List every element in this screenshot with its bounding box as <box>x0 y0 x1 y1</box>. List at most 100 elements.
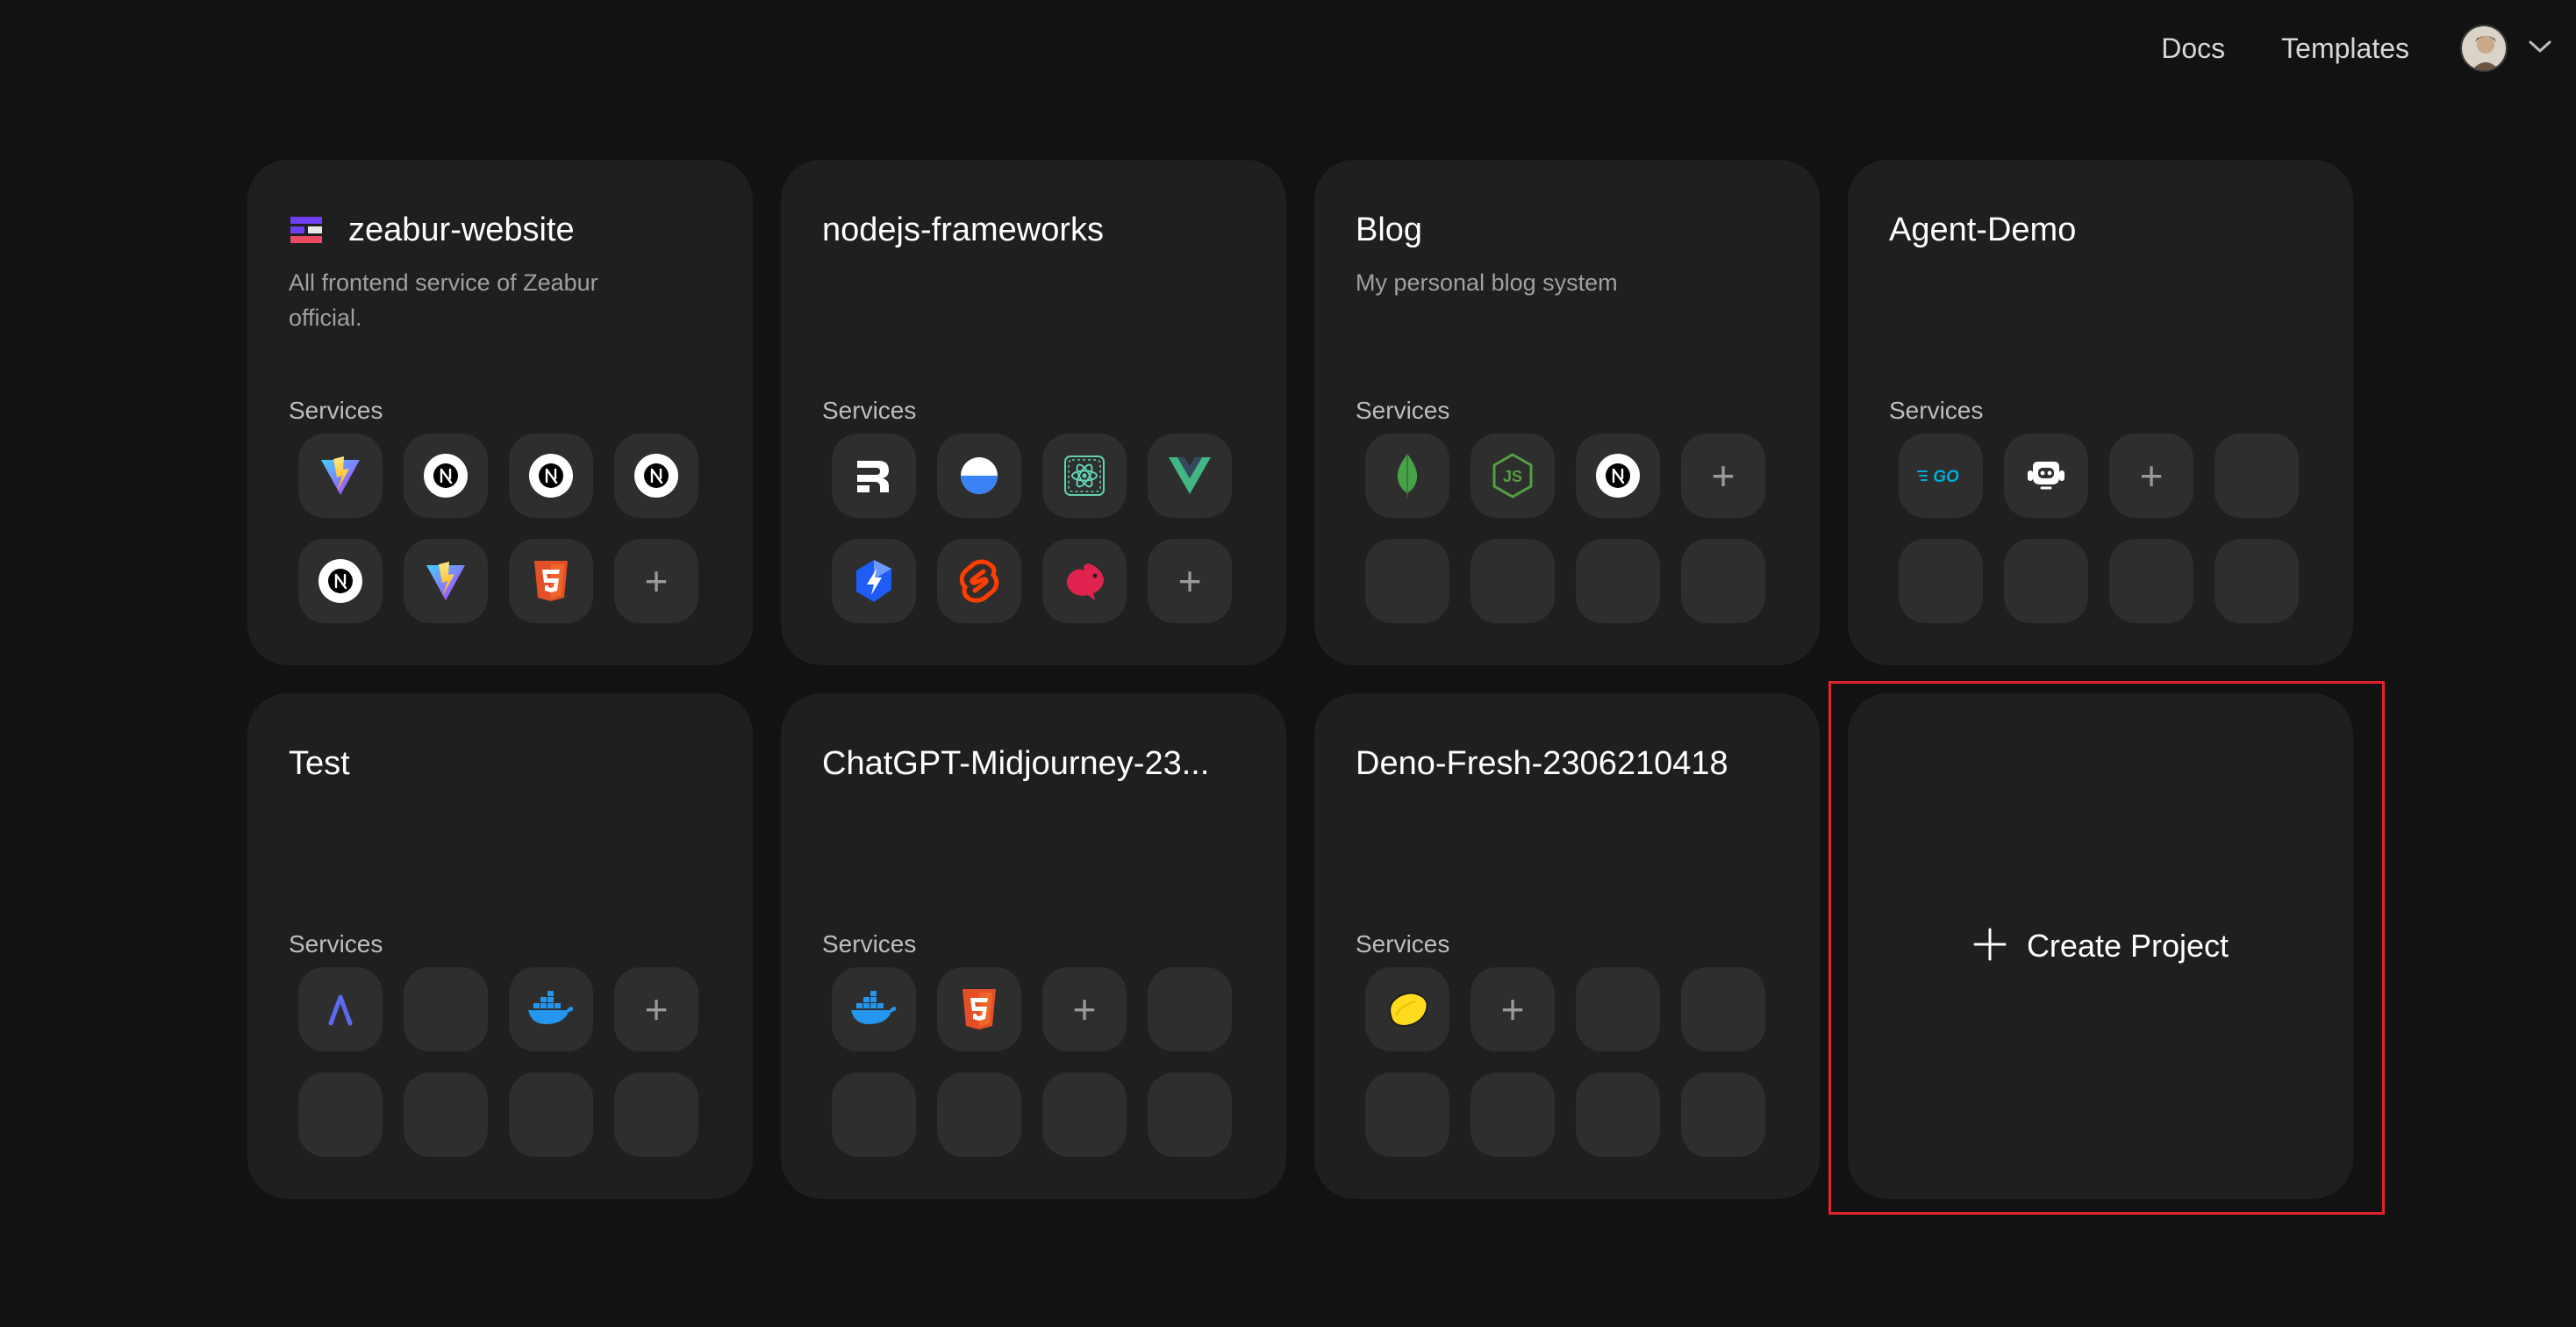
service-vue-lightning-icon[interactable] <box>832 539 916 623</box>
service-svelte-icon[interactable] <box>937 539 1021 623</box>
project-card[interactable]: Blog My personal blog system Services JS + <box>1314 160 1820 665</box>
service-nest-icon[interactable] <box>1042 539 1127 623</box>
service-react-box-icon[interactable] <box>1042 434 1127 518</box>
project-card[interactable]: ChatGPT-Midjourney-23... Services + <box>781 693 1286 1199</box>
services-grid: + <box>832 967 1232 1157</box>
empty-service-slot <box>614 1072 698 1157</box>
empty-service-slot <box>1681 967 1765 1051</box>
empty-service-slot <box>2004 539 2088 623</box>
project-card[interactable]: nodejs-frameworks Services + <box>781 160 1286 665</box>
services-grid: + <box>832 434 1232 623</box>
service-html5-icon[interactable] <box>937 967 1021 1051</box>
project-header: Deno-Fresh-2306210418 <box>1356 739 1785 788</box>
add-service-button[interactable]: + <box>1148 539 1232 623</box>
project-description: All frontend service of Zeabur official. <box>289 269 598 331</box>
service-html5-icon[interactable] <box>509 539 593 623</box>
service-docker-icon[interactable] <box>832 967 916 1051</box>
project-title: ChatGPT-Midjourney-23... <box>822 744 1210 782</box>
service-docker-icon[interactable] <box>509 967 593 1051</box>
project-header: ChatGPT-Midjourney-23... <box>822 739 1251 788</box>
service-nextjs-icon[interactable] <box>298 539 383 623</box>
services-label: Services <box>289 930 383 958</box>
project-title: Blog <box>1356 211 1423 248</box>
services-grid: + <box>298 967 698 1157</box>
services-label: Services <box>1356 930 1450 958</box>
empty-service-slot <box>1148 967 1232 1051</box>
empty-service-slot <box>1681 539 1765 623</box>
empty-service-slot <box>832 1072 916 1157</box>
service-fresh-lemon-icon[interactable] <box>1365 967 1449 1051</box>
service-vite-icon[interactable] <box>404 539 488 623</box>
empty-service-slot <box>1576 967 1660 1051</box>
create-project-label: Create Project <box>2026 928 2229 964</box>
empty-service-slot <box>937 1072 1021 1157</box>
svg-text:GO: GO <box>1933 468 1959 486</box>
empty-service-slot <box>1148 1072 1232 1157</box>
templates-link[interactable]: Templates <box>2281 26 2409 70</box>
project-title: Deno-Fresh-2306210418 <box>1356 744 1728 782</box>
services-label: Services <box>822 397 917 424</box>
service-nextjs-icon[interactable] <box>404 434 488 518</box>
service-vite-icon[interactable] <box>298 434 383 518</box>
project-title: zeabur-website <box>348 211 575 248</box>
empty-service-slot <box>404 1072 488 1157</box>
service-nextjs-icon[interactable] <box>614 434 698 518</box>
add-service-button[interactable]: + <box>1042 967 1127 1051</box>
service-golang-icon[interactable]: GO <box>1899 434 1983 518</box>
services-label: Services <box>1356 397 1450 424</box>
empty-service-slot <box>2215 434 2299 518</box>
zeabur-logo-icon <box>289 215 324 245</box>
service-solid-blue-icon[interactable] <box>937 434 1021 518</box>
project-title: nodejs-frameworks <box>822 211 1104 248</box>
user-menu[interactable] <box>2460 25 2551 72</box>
project-card[interactable]: Test Services + <box>247 693 753 1199</box>
project-description: My personal blog system <box>1356 269 1618 296</box>
create-project-button[interactable]: Create Project <box>1848 693 2353 1199</box>
svg-text:JS: JS <box>1503 468 1522 485</box>
add-service-button[interactable]: + <box>1470 967 1555 1051</box>
project-header: Agent-Demo <box>1889 205 2318 255</box>
empty-service-slot <box>1681 1072 1765 1157</box>
avatar <box>2460 25 2508 72</box>
add-service-button[interactable]: + <box>1681 434 1765 518</box>
service-mongodb-icon[interactable] <box>1365 434 1449 518</box>
empty-service-slot <box>509 1072 593 1157</box>
service-remix-icon[interactable] <box>832 434 916 518</box>
project-header: Blog <box>1356 205 1785 255</box>
empty-service-slot <box>2215 539 2299 623</box>
service-bot-icon[interactable] <box>2004 434 2088 518</box>
service-vue-icon[interactable] <box>1148 434 1232 518</box>
project-card[interactable]: zeabur-website All frontend service of Ze… <box>247 160 753 665</box>
service-lambda-icon[interactable] <box>298 967 383 1051</box>
project-card[interactable]: Agent-Demo Services GO + <box>1848 160 2353 665</box>
add-service-button[interactable]: + <box>2109 434 2193 518</box>
empty-service-slot <box>1365 1072 1449 1157</box>
project-title: Test <box>289 744 350 782</box>
add-service-button[interactable]: + <box>614 539 698 623</box>
services-grid: + <box>1365 967 1765 1157</box>
project-title: Agent-Demo <box>1889 211 2077 248</box>
services-label: Services <box>1889 397 1984 424</box>
project-card[interactable]: Deno-Fresh-2306210418 Services + <box>1314 693 1820 1199</box>
empty-service-slot <box>1899 539 1983 623</box>
empty-service-slot <box>298 1072 383 1157</box>
docs-link[interactable]: Docs <box>2161 26 2225 70</box>
service-nextjs-icon[interactable] <box>509 434 593 518</box>
services-grid: GO + <box>1899 434 2299 623</box>
service-nodejs-icon[interactable]: JS <box>1470 434 1555 518</box>
chevron-down-icon <box>2529 39 2551 58</box>
project-header: Test <box>289 739 718 788</box>
project-grid: zeabur-website All frontend service of Ze… <box>247 160 2353 1199</box>
empty-service-slot <box>1042 1072 1127 1157</box>
empty-service-slot <box>1576 1072 1660 1157</box>
services-grid: JS + <box>1365 434 1765 623</box>
top-nav: Docs Templates <box>2161 25 2551 72</box>
empty-service-slot <box>404 967 488 1051</box>
service-nextjs-icon[interactable] <box>1576 434 1660 518</box>
services-grid: + <box>298 434 698 623</box>
add-service-button[interactable]: + <box>614 967 698 1051</box>
empty-service-slot <box>1365 539 1449 623</box>
services-label: Services <box>822 930 917 958</box>
empty-service-slot <box>2109 539 2193 623</box>
services-label: Services <box>289 397 383 424</box>
